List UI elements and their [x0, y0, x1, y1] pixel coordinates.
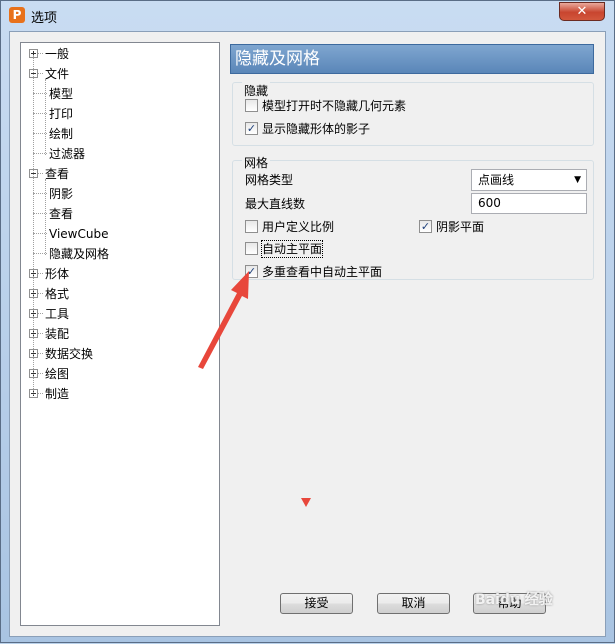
- red-arrow-shape: [198, 271, 249, 369]
- options-dialog: P 选项 ✕ 一般 文件 模型 打印 绘制 过滤器 查看 阴影 查看 ViewCube 隐藏及网格形…: [0, 0, 615, 643]
- annotation-arrow: [198, 271, 311, 507]
- watermark: Baidu 经验: [475, 592, 553, 608]
- red-marker-shape: [301, 498, 311, 507]
